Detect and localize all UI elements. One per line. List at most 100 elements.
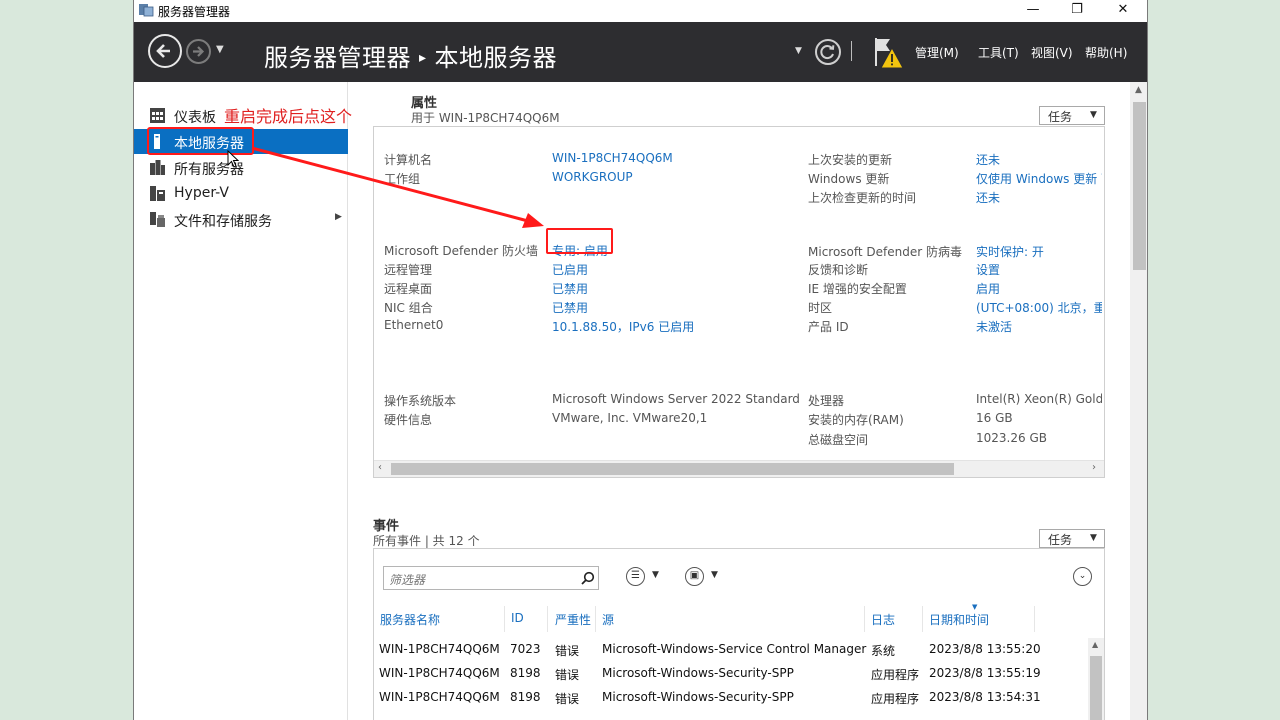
prop-label: 工作组 [384, 172, 421, 186]
chevron-down-icon: ▼ [1090, 110, 1097, 120]
computer-name-link[interactable]: WIN-1P8CH74QQ6M [552, 151, 673, 165]
header-dropdown-icon[interactable]: ▼ [795, 46, 802, 56]
tasks-label: 任务 [1048, 533, 1073, 547]
chevron-down-icon[interactable]: ▼ [652, 570, 659, 580]
cell-datetime: 2023/8/8 13:55:19 [929, 666, 1041, 680]
server-manager-window: 服务器管理器 — ❐ ✕ ▼ 服务器管理器 ▸ 本地服务器 ▼ 管理(M) 工具… [133, 0, 1148, 720]
properties-horizontal-scrollbar[interactable]: ‹ › [374, 460, 1104, 477]
defender-antivirus-link[interactable]: 实时保护: 开 [976, 243, 1102, 260]
back-arrow-icon [156, 44, 170, 58]
cell-id: 8198 [510, 666, 541, 680]
minimize-button[interactable]: — [1010, 0, 1056, 22]
chevron-down-icon[interactable]: ▼ [711, 570, 718, 580]
scroll-left-icon[interactable]: ‹ [378, 462, 382, 473]
menu-tools[interactable]: 工具(T) [978, 44, 1019, 61]
close-button[interactable]: ✕ [1100, 0, 1146, 22]
ethernet-link[interactable]: 10.1.88.50，IPv6 已启用 [552, 318, 694, 335]
scroll-right-icon[interactable]: › [1092, 462, 1096, 473]
events-tasks-button[interactable]: 任务 ▼ [1039, 529, 1105, 548]
annotation-text: 重启完成后点这个 [224, 107, 353, 126]
refresh-button[interactable] [815, 39, 841, 65]
table-row[interactable]: WIN-1P8CH74QQ6M 8198 错误 Microsoft-Window… [374, 686, 1089, 710]
processor-value: Intel(R) Xeon(R) Gold 6 [976, 392, 1102, 406]
prop-label: 上次安装的更新 [808, 153, 893, 167]
breadcrumb-current: 本地服务器 [434, 44, 558, 72]
memory-value: 16 GB [976, 411, 1013, 425]
cell-datetime: 2023/8/8 13:55:20 [929, 642, 1041, 656]
prop-label: Microsoft Defender 防火墙 [384, 244, 539, 258]
scrollbar-thumb[interactable] [391, 463, 954, 475]
storage-icon [150, 212, 165, 227]
scrollbar-thumb[interactable] [1090, 656, 1102, 720]
sidebar-item-hyper-v[interactable]: Hyper-V [134, 181, 348, 206]
prop-label: Microsoft Defender 防病毒 [808, 245, 963, 259]
properties-tasks-button[interactable]: 任务 ▼ [1039, 106, 1105, 125]
scroll-up-icon[interactable]: ▲ [1092, 640, 1098, 649]
events-vertical-scrollbar[interactable]: ▲ [1088, 638, 1104, 720]
save-query-icon[interactable]: ▣ [685, 567, 704, 586]
search-icon[interactable] [581, 571, 595, 585]
prop-label: Ethernet0 [384, 318, 444, 332]
nic-teaming-link[interactable]: 已禁用 [552, 299, 588, 316]
forward-arrow-icon [193, 46, 205, 57]
workgroup-link[interactable]: WORKGROUP [552, 170, 633, 184]
notifications-flag-icon[interactable] [872, 36, 906, 70]
scroll-up-icon[interactable]: ▲ [1135, 85, 1142, 95]
last-update-link[interactable]: 还未 [976, 151, 1102, 168]
cell-id: 7023 [510, 642, 541, 656]
prop-label: 安装的内存(RAM) [808, 413, 904, 427]
timezone-link[interactable]: (UTC+08:00) 北京，重庆 [976, 299, 1102, 316]
menu-manage[interactable]: 管理(M) [915, 44, 959, 61]
title-bar: 服务器管理器 — ❐ ✕ [134, 0, 1147, 22]
cell-log: 应用程序 [871, 668, 920, 682]
feedback-link[interactable]: 设置 [976, 261, 1102, 278]
prop-label: 远程桌面 [384, 282, 433, 296]
table-row[interactable]: WIN-1P8CH74QQ6M 8198 错误 Microsoft-Window… [374, 662, 1089, 686]
menu-view[interactable]: 视图(V) [1031, 44, 1073, 61]
remote-management-link[interactable]: 已启用 [552, 261, 588, 278]
cell-log: 应用程序 [871, 692, 920, 706]
os-version-value: Microsoft Windows Server 2022 Standard [552, 392, 800, 406]
properties-subtitle: 用于 WIN-1P8CH74QQ6M [411, 111, 560, 125]
filter-input[interactable]: 筛选器 [383, 566, 599, 590]
breadcrumb-root[interactable]: 服务器管理器 [264, 44, 411, 72]
prop-label: IE 增强的安全配置 [808, 282, 907, 296]
prop-label: 处理器 [808, 394, 845, 408]
prop-label: 操作系统版本 [384, 394, 457, 408]
list-options-icon[interactable]: ☰ [626, 567, 645, 586]
back-button[interactable] [148, 34, 182, 68]
table-row[interactable]: WIN-1P8CH74QQ6M 7023 错误 Microsoft-Window… [374, 638, 1089, 662]
sidebar-item-all-servers[interactable]: 所有服务器 [134, 155, 348, 180]
expand-arrow-icon[interactable]: ▶ [335, 212, 342, 222]
forward-button[interactable] [186, 39, 211, 64]
scrollbar-thumb[interactable] [1133, 102, 1146, 270]
refresh-icon [820, 45, 835, 60]
window-title: 服务器管理器 [158, 5, 231, 19]
dashboard-icon [150, 108, 165, 123]
product-id-link[interactable]: 未激活 [976, 318, 1102, 335]
last-check-link[interactable]: 还未 [976, 189, 1102, 206]
header-divider [851, 41, 852, 61]
prop-label: 上次检查更新的时间 [808, 191, 917, 205]
prop-label: 硬件信息 [384, 413, 433, 427]
ie-esc-link[interactable]: 启用 [976, 280, 1102, 297]
cell-severity: 错误 [555, 668, 580, 682]
menu-help[interactable]: 帮助(H) [1085, 44, 1127, 61]
cell-source: Microsoft-Windows-Security-SPP [602, 690, 794, 704]
mouse-cursor-icon [227, 150, 239, 168]
prop-label: 产品 ID [808, 320, 849, 334]
prop-label: 远程管理 [384, 263, 433, 277]
cell-server: WIN-1P8CH74QQ6M [379, 666, 500, 680]
main-vertical-scrollbar[interactable]: ▲ [1130, 82, 1147, 720]
maximize-button[interactable]: ❐ [1054, 0, 1100, 22]
history-dropdown-icon[interactable]: ▼ [216, 44, 224, 55]
remote-desktop-link[interactable]: 已禁用 [552, 280, 588, 297]
cell-severity: 错误 [555, 692, 580, 706]
expand-circle-icon[interactable]: ⌄ [1073, 567, 1092, 586]
sidebar-item-file-storage[interactable]: 文件和存储服务 ▶ [134, 207, 348, 232]
events-rows-area: WIN-1P8CH74QQ6M 7023 错误 Microsoft-Window… [373, 602, 1105, 720]
events-filter-bar: 筛选器 ☰ ▼ ▣ ▼ ⌄ [373, 548, 1105, 602]
windows-update-link[interactable]: 仅使用 Windows 更新 下 [976, 170, 1102, 187]
events-subtitle: 所有事件 | 共 12 个 [373, 534, 480, 548]
servers-icon [150, 160, 165, 175]
